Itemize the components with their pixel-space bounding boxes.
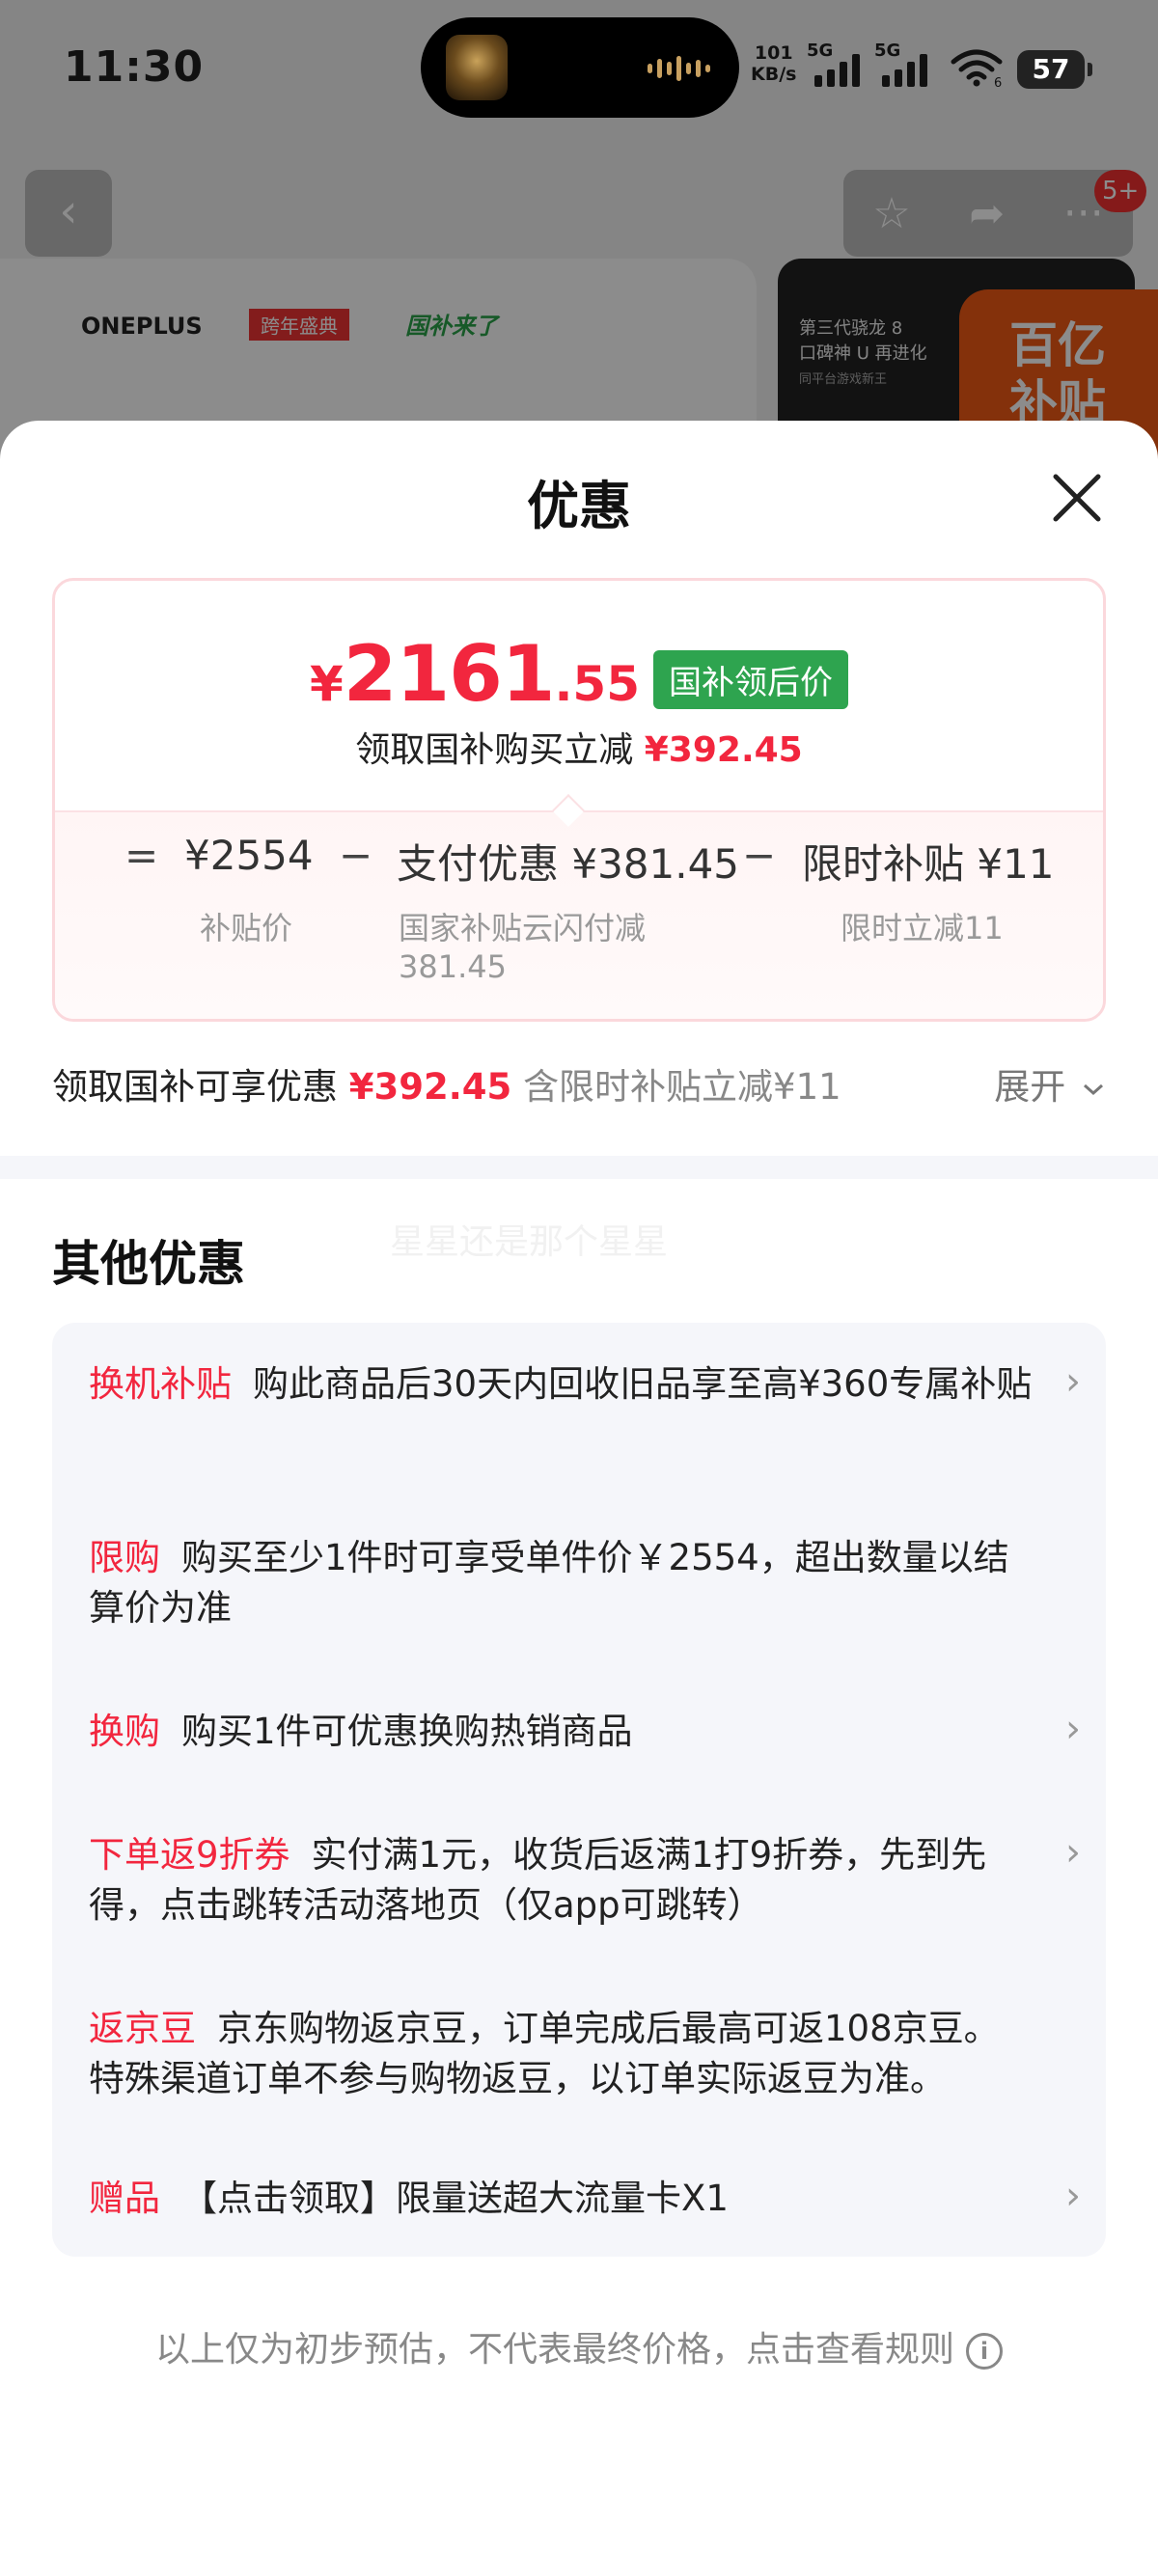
net-speed-value: 101 bbox=[754, 42, 793, 64]
formula-limited: 限时补贴 ¥11 bbox=[802, 840, 1055, 888]
expand-button[interactable]: 展开 bbox=[994, 1057, 1106, 1110]
caption-base: 补贴价 bbox=[200, 910, 293, 946]
offer-text: 购买1件可优惠换购热销商品 bbox=[181, 1711, 633, 1752]
section-divider bbox=[0, 1156, 1158, 1179]
status-bar: 11:30 101 KB/s 5G 5G 6 57 bbox=[0, 0, 1158, 145]
caption-limited: 限时立减11 bbox=[841, 910, 1004, 946]
gov-subsidy-row[interactable]: 领取国补可享优惠 ¥392.45 含限时补贴立减¥11 展开 bbox=[52, 1057, 1106, 1111]
offer-trade-in[interactable]: 换机补贴 购此商品后30天内回收旧品享至高¥360专属补贴 bbox=[89, 1359, 1034, 1410]
wifi-icon: 6 bbox=[951, 49, 1003, 87]
audio-wave-icon bbox=[648, 56, 710, 81]
offer-tag: 下单返9折券 bbox=[89, 1834, 290, 1876]
close-icon[interactable] bbox=[1048, 469, 1106, 527]
caption-pay-line-1: 国家补贴云闪付减 bbox=[399, 910, 647, 946]
offer-tag: 返京豆 bbox=[89, 2008, 196, 2049]
info-icon[interactable]: i bbox=[966, 2333, 1003, 2370]
price-currency: ¥ bbox=[309, 656, 344, 712]
rules-note-text: 以上仅为初步预估，不代表最终价格，点击查看规则 bbox=[154, 2330, 954, 2370]
offer-text: 【点击领取】限量送超大流量卡X1 bbox=[181, 2178, 729, 2219]
offer-text: 购买至少1件时可享受单件价￥2554，超出数量以结算价为准 bbox=[89, 1537, 1009, 1629]
chevron-right-icon[interactable]: › bbox=[1065, 1707, 1081, 1751]
gov-note: 含限时补贴立减¥11 bbox=[523, 1066, 841, 1108]
expand-label: 展开 bbox=[994, 1066, 1066, 1108]
formula-base: ¥2554 bbox=[184, 832, 314, 879]
price-formula: = ¥2554 − 支付优惠 ¥381.45 − 限时补贴 ¥11 bbox=[55, 832, 1103, 890]
offer-tag: 限购 bbox=[89, 1537, 160, 1578]
caption-pay: 国家补贴云闪付减 381.45 bbox=[399, 909, 646, 986]
battery-icon: 57 bbox=[1017, 50, 1092, 89]
chevron-down-icon bbox=[1084, 1083, 1103, 1095]
price-sub-amount: ¥392.45 bbox=[644, 730, 803, 770]
chevron-right-icon[interactable]: › bbox=[1065, 1830, 1081, 1875]
offer-tag: 换机补贴 bbox=[89, 1363, 232, 1405]
discount-sheet: 优惠 ¥ 2161 .55 国补领后价 领取国补购买立减 ¥392.45 = ¥… bbox=[0, 421, 1158, 2576]
offer-list: 换机补贴 购此商品后30天内回收旧品享至高¥360专属补贴 › 限购 购买至少1件时… bbox=[52, 1323, 1106, 2257]
offer-tag: 换购 bbox=[89, 1711, 160, 1752]
offer-text: 京东购物返京豆，订单完成后最高可返108京豆。特殊渠道订单不参与购物返豆，以订单… bbox=[89, 2008, 1000, 2099]
offer-jd-beans: 返京豆 京东购物返京豆，订单完成后最高可返108京豆。特殊渠道订单不参与购物返豆，… bbox=[89, 2004, 1034, 2104]
price-sub-text: 领取国补购买立减 bbox=[355, 730, 634, 770]
dynamic-island[interactable] bbox=[421, 17, 739, 118]
formula-equals: = bbox=[124, 832, 159, 879]
net-speed-unit: KB/s bbox=[751, 64, 797, 85]
offer-gift[interactable]: 赠品 【点击领取】限量送超大流量卡X1 bbox=[89, 2174, 1034, 2224]
formula-pay-discount: 支付优惠 ¥381.45 bbox=[397, 840, 740, 888]
wifi-level: 6 bbox=[994, 76, 1002, 87]
net-speed: 101 KB/s bbox=[751, 42, 796, 85]
price-tag: 国补领后价 bbox=[653, 650, 849, 709]
gov-label: 领取国补可享优惠 bbox=[52, 1066, 338, 1108]
offer-text: 购此商品后30天内回收旧品享至高¥360专属补贴 bbox=[253, 1363, 1033, 1405]
price-integer: 2161 bbox=[343, 629, 556, 719]
chevron-right-icon[interactable]: › bbox=[1065, 2174, 1081, 2218]
chevron-right-icon[interactable]: › bbox=[1065, 1359, 1081, 1404]
watermark: 星星还是那个星星 bbox=[390, 1222, 669, 1262]
price-card: ¥ 2161 .55 国补领后价 领取国补购买立减 ¥392.45 = ¥255… bbox=[52, 578, 1106, 1022]
offer-tag: 赠品 bbox=[89, 2178, 160, 2219]
other-discounts-title: 其他优惠 bbox=[52, 1236, 245, 1292]
clock: 11:30 bbox=[64, 42, 205, 92]
offer-exchange-buy[interactable]: 换购 购买1件可优惠换购热销商品 bbox=[89, 1707, 1034, 1757]
formula-minus-1: − bbox=[339, 832, 373, 879]
offer-purchase-limit: 限购 购买至少1件时可享受单件价￥2554，超出数量以结算价为准 bbox=[89, 1533, 1034, 1633]
rules-note[interactable]: 以上仅为初步预估，不代表最终价格，点击查看规则 i bbox=[0, 2321, 1158, 2371]
caption-pay-line-2: 381.45 bbox=[399, 948, 507, 985]
formula-minus-2: − bbox=[742, 832, 777, 879]
album-art-icon bbox=[446, 35, 508, 100]
final-price: ¥ 2161 .55 国补领后价 bbox=[55, 629, 1103, 719]
sheet-title: 优惠 bbox=[527, 476, 631, 536]
gov-amount: ¥392.45 bbox=[348, 1066, 512, 1108]
price-sub: 领取国补购买立减 ¥392.45 bbox=[55, 722, 1103, 772]
offer-coupon-return[interactable]: 下单返9折券 实付满1元，收货后返满1打9折券，先到先得，点击跳转活动落地页（仅a… bbox=[89, 1830, 1034, 1931]
price-decimal: .55 bbox=[554, 656, 641, 712]
